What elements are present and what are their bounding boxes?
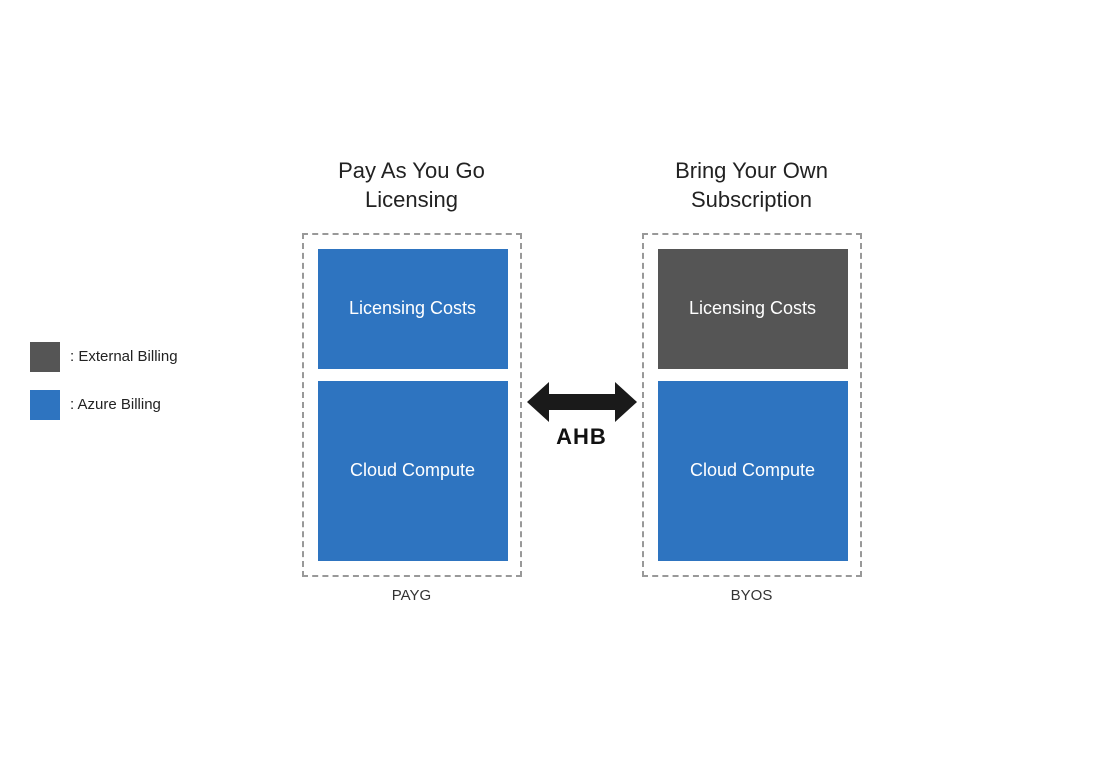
ahb-arrow-container: AHB <box>522 372 642 450</box>
main-container: : External Billing : Azure Billing Pay A… <box>0 0 1103 761</box>
payg-column: Pay As You GoLicensing Licensing Costs C… <box>302 157 522 603</box>
ahb-label: AHB <box>556 424 607 450</box>
ahb-arrow-inner: AHB <box>527 372 637 450</box>
legend-label-azure: : Azure Billing <box>70 396 161 413</box>
payg-dashed-box: Licensing Costs Cloud Compute <box>302 233 522 577</box>
legend: : External Billing : Azure Billing <box>30 342 178 420</box>
legend-box-azure <box>30 390 60 420</box>
legend-item-azure: : Azure Billing <box>30 390 178 420</box>
payg-title: Pay As You GoLicensing <box>338 157 485 214</box>
payg-cloud-block: Cloud Compute <box>318 381 508 561</box>
byos-licensing-block: Licensing Costs <box>658 249 848 369</box>
legend-item-external: : External Billing <box>30 342 178 372</box>
ahb-arrow-svg <box>527 372 637 432</box>
legend-label-external: : External Billing <box>70 348 178 365</box>
payg-label: PAYG <box>392 587 431 604</box>
byos-title: Bring Your OwnSubscription <box>675 157 828 214</box>
byos-cloud-block: Cloud Compute <box>658 381 848 561</box>
legend-box-external <box>30 342 60 372</box>
diagrams-row: Pay As You GoLicensing Licensing Costs C… <box>302 157 862 603</box>
byos-label: BYOS <box>731 587 773 604</box>
payg-licensing-block: Licensing Costs <box>318 249 508 369</box>
byos-column: Bring Your OwnSubscription Licensing Cos… <box>642 157 862 603</box>
byos-dashed-box: Licensing Costs Cloud Compute <box>642 233 862 577</box>
